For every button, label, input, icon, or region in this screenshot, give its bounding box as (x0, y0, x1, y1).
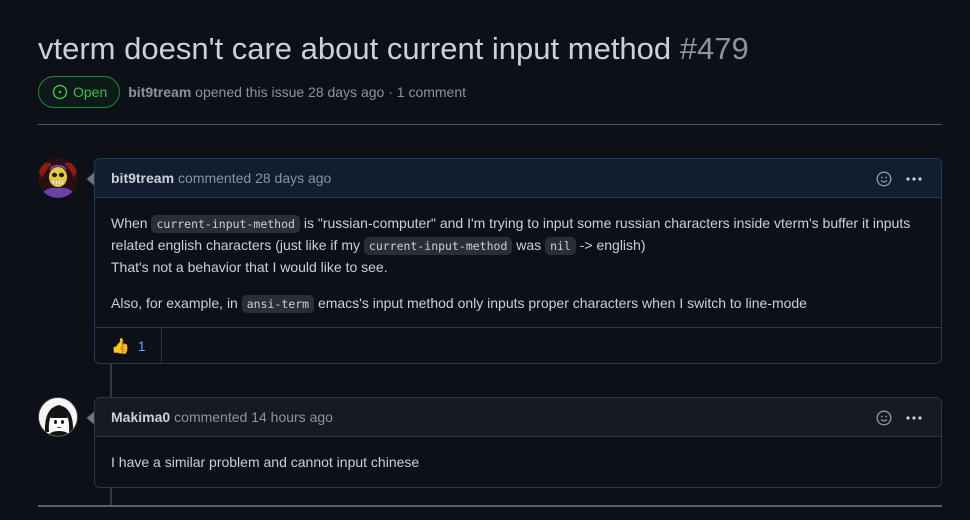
more-options-button[interactable] (905, 170, 923, 188)
timeline-end-divider (38, 505, 942, 507)
comment-timestamp[interactable]: commented 28 days ago (178, 170, 331, 186)
reactions-bar: 👍 1 (95, 327, 941, 364)
issue-meta-text: bit9tream opened this issue 28 days ago … (128, 84, 466, 100)
inline-code: current-input-method (151, 215, 300, 233)
thumbs-up-reaction[interactable]: 👍 1 (95, 328, 163, 364)
comment-actions (875, 159, 923, 198)
issue-open-icon (52, 84, 68, 100)
kebab-horizontal-icon (906, 415, 922, 420)
comment-author-link[interactable]: bit9tream (111, 170, 174, 186)
comment-author-link[interactable]: Makima0 (111, 409, 170, 425)
comment-paragraph: Also, for example, in ansi-term emacs's … (111, 293, 925, 315)
comment-timestamp[interactable]: commented 14 hours ago (174, 409, 333, 425)
meta-separator: · (388, 84, 393, 100)
comment-count: 1 comment (396, 84, 467, 100)
status-label: Open (73, 84, 108, 100)
text-run: Also, for example, in (111, 295, 238, 311)
more-options-button[interactable] (905, 409, 923, 427)
header-divider (38, 124, 942, 125)
comment-caret (86, 172, 94, 186)
issue-author-link[interactable]: bit9tream (128, 84, 191, 100)
text-run: emacs's input method only inputs proper … (317, 295, 807, 311)
inline-code: nil (545, 237, 576, 255)
status-badge: Open (38, 76, 121, 108)
skeletor-avatar-icon (38, 158, 78, 198)
anime-avatar-icon (39, 398, 77, 436)
comment-body: I have a similar problem and cannot inpu… (95, 437, 941, 485)
thumbs-up-icon: 👍 (111, 338, 130, 355)
timeline-connector (110, 488, 112, 505)
comment-actions (875, 398, 923, 437)
kebab-horizontal-icon (906, 176, 922, 181)
text-run: was (516, 237, 542, 253)
avatar[interactable] (38, 158, 78, 198)
comment-header: Makima0 commented 14 hours ago (95, 398, 941, 437)
issue-header: vterm doesn't care about current input m… (38, 30, 942, 68)
avatar[interactable] (38, 397, 78, 437)
comment-caret (86, 411, 94, 425)
add-reaction-button[interactable] (875, 170, 893, 188)
comment-body: When current-input-method is "russian-co… (95, 198, 941, 327)
text-run: When (111, 215, 148, 231)
comment-card: bit9tream commented 28 days ago When cur… (86, 158, 942, 364)
add-reaction-button[interactable] (875, 409, 893, 427)
issue-title: vterm doesn't care about current input m… (38, 30, 942, 68)
smiley-icon (876, 170, 892, 187)
smiley-icon (876, 409, 892, 426)
issue-meta: Open bit9tream opened this issue 28 days… (38, 76, 466, 108)
comment-header: bit9tream commented 28 days ago (95, 159, 941, 198)
inline-code: current-input-method (363, 237, 513, 255)
timeline-connector (110, 364, 112, 398)
issue-title-text: vterm doesn't care about current input m… (38, 31, 672, 66)
comment-paragraph: When current-input-method is "russian-co… (111, 213, 925, 278)
comment-paragraph: I have a similar problem and cannot inpu… (111, 454, 420, 470)
issue-opened-text: opened this issue 28 days ago (195, 84, 385, 100)
issue-number: #479 (679, 31, 749, 66)
reaction-count: 1 (137, 338, 146, 354)
comment-card: Makima0 commented 14 hours ago I have a … (86, 397, 942, 488)
text-run: That's not a behavior that I would like … (111, 259, 388, 275)
inline-code: ansi-term (241, 295, 315, 313)
text-run: -> english) (579, 237, 646, 253)
